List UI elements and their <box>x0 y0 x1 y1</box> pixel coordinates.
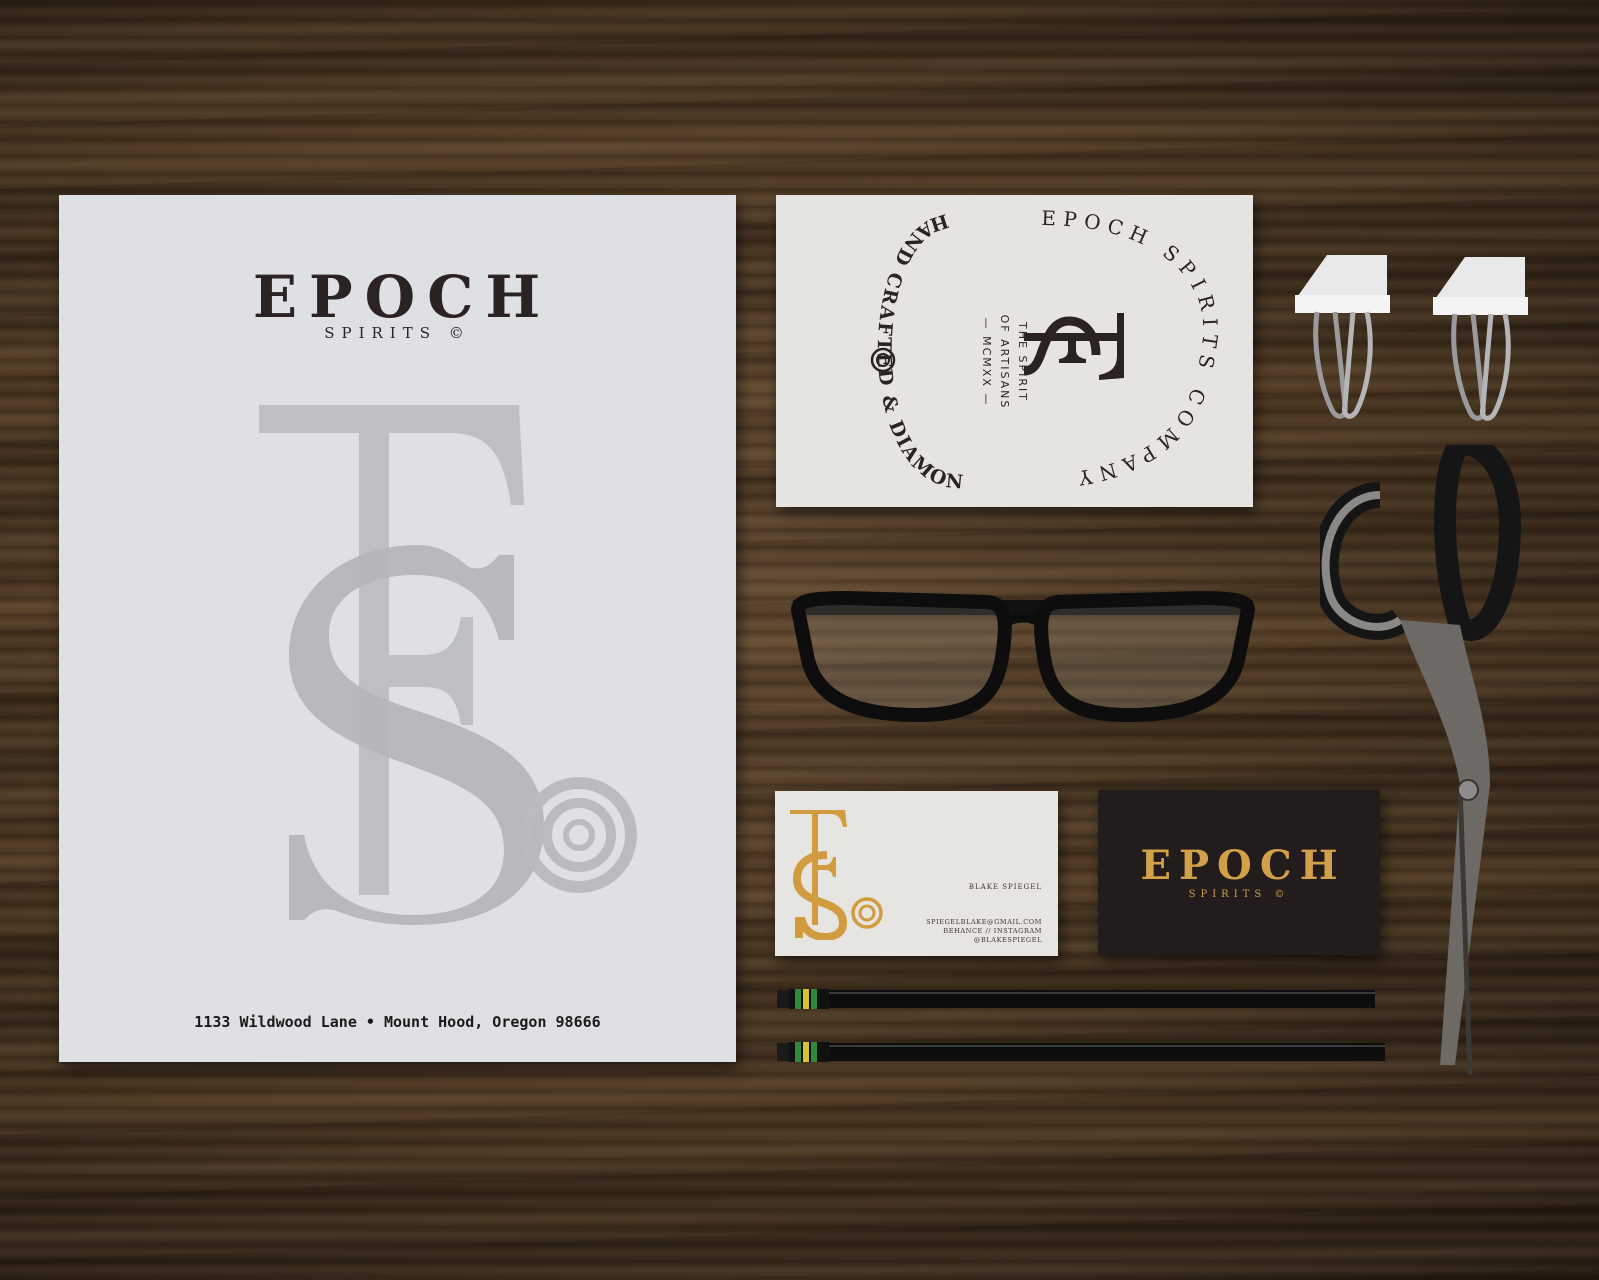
eyeglasses-icon <box>790 590 1256 723</box>
pencil-icon <box>777 989 1375 1009</box>
badge-monogram <box>1023 313 1124 380</box>
badge-copyright-icon <box>870 347 896 373</box>
binder-clip-icon <box>1295 255 1390 419</box>
letterhead-address: 1133 Wildwood Lane • Mount Hood, Oregon … <box>194 1013 601 1031</box>
contact-handle: @BLAKESPIEGEL <box>973 936 1042 944</box>
letterhead-monogram-watermark <box>259 405 637 925</box>
contact-email: SPIEGELBLAKE@GMAIL.COM <box>926 918 1042 926</box>
business-card-front: EPOCH SPIRITS © <box>1098 790 1380 955</box>
wooden-desk-background: EPOCH SPIRITS © 1133 Wildwood Lane • Mou… <box>0 0 1599 1280</box>
badge-card: HAND CRAFTED & DIAMOND DISTILLED EPOCH S… <box>776 195 1253 507</box>
letterhead-brand: EPOCH <box>252 263 553 331</box>
pencil-icon-2 <box>777 1042 1385 1062</box>
letterhead-subtitle: SPIRITS © <box>324 324 471 342</box>
business-card-subtitle: SPIRITS © <box>1188 889 1290 900</box>
business-card-name: BLAKE SPIEGEL <box>968 883 1042 891</box>
business-card-back: BLAKE SPIEGEL SPIEGELBLAKE@GMAIL.COM BEH… <box>775 791 1058 956</box>
business-card-monogram <box>790 810 883 940</box>
business-card-contact: SPIEGELBLAKE@GMAIL.COM BEHANCE // INSTAG… <box>926 918 1042 945</box>
motto-line-3: — MCMXX — <box>980 317 993 407</box>
binder-clip-icon-2 <box>1433 257 1528 421</box>
business-card-brand: EPOCH <box>1140 842 1346 889</box>
contact-social: BEHANCE // INSTAGRAM <box>943 927 1042 935</box>
letterhead-paper: EPOCH SPIRITS © 1133 Wildwood Lane • Mou… <box>59 195 736 1062</box>
